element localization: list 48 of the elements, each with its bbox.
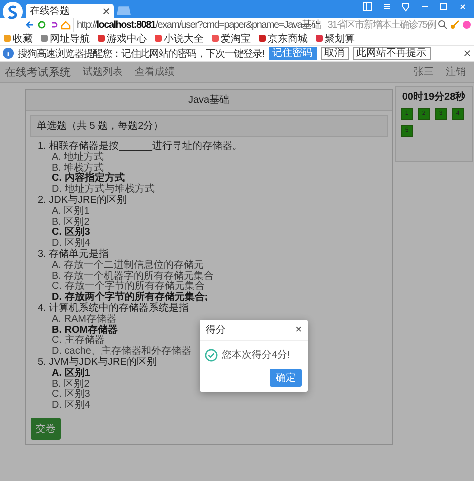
bookmark-link[interactable]: 小说大全 — [164, 32, 204, 46]
answer-option[interactable]: B. 区别2 — [52, 380, 90, 390]
answer-option[interactable]: A. 存放一个二进制信息位的存储元 — [52, 260, 204, 272]
answer-option[interactable]: B. 区别2 — [52, 218, 90, 228]
nav-link[interactable]: 试题列表 — [83, 65, 123, 79]
infobar-button[interactable]: 记住密码 — [268, 47, 317, 60]
answer-option[interactable]: C. 区别3 — [52, 228, 90, 240]
bookmark-link[interactable]: 爱淘宝 — [221, 32, 251, 46]
infobar-message: 搜狗高速浏览器提醒您：记住此网站的密码，下次一键登录! — [18, 48, 265, 60]
countdown-timer: 00时19分28秒 — [401, 90, 467, 104]
answer-option[interactable]: D. 存放两个字节的所有存储元集合; — [52, 293, 208, 304]
dialog-title: 得分 — [206, 324, 226, 337]
answer-option[interactable]: A. RAM存储器 — [52, 314, 116, 326]
answer-option[interactable]: D. 地址方式与堆栈方式 — [52, 185, 155, 196]
submit-button[interactable]: 交卷 — [31, 418, 61, 440]
bookmark-link[interactable]: 网址导航 — [50, 32, 90, 46]
search-field[interactable]: 31省区市新增本土确诊75例 — [328, 18, 436, 32]
question-text: 1. 相联存储器是按______进行寻址的存储器。 — [38, 142, 242, 152]
score-message: 您本次得分4分! — [222, 348, 290, 362]
infobar-button[interactable]: 取消 — [320, 47, 349, 60]
question-text: 3. 存储单元是指 — [38, 250, 110, 260]
user-name[interactable]: 张三 — [414, 65, 434, 79]
bookmark-link[interactable]: 收藏 — [13, 32, 33, 46]
answer-option[interactable]: B. ROM存储器 — [52, 326, 118, 336]
answer-option[interactable]: D. 区别4 — [52, 239, 90, 250]
answer-option[interactable]: C. 主存储器 — [52, 336, 105, 348]
question-text: 4. 计算机系统中的存储器系统是指 — [38, 304, 190, 314]
question-text: 5. JVM与JDK与JRE的区别 — [38, 358, 157, 368]
logout-link[interactable]: 注销 — [446, 65, 466, 79]
bookmark-link[interactable]: 京东商城 — [268, 32, 308, 46]
answer-option[interactable]: C. 区别3 — [52, 390, 90, 402]
answer-option[interactable]: D. 区别4 — [52, 401, 90, 412]
answer-option[interactable]: A. 区别1 — [52, 206, 90, 218]
answer-option[interactable]: A. 地址方式 — [52, 152, 104, 164]
section-heading: 单选题（共 5 题，每题2分） — [30, 115, 388, 137]
infobar-button[interactable]: 此网站不再提示 — [352, 47, 431, 60]
paper-title: Java基础 — [26, 90, 392, 111]
ok-button[interactable]: 确定 — [270, 369, 302, 387]
bookmark-link[interactable]: 聚划算 — [325, 32, 355, 46]
bookmark-link[interactable]: 游戏中心 — [107, 32, 147, 46]
answer-option[interactable]: D. cache、主存储器和外存储器 — [52, 347, 192, 358]
address-bar[interactable]: http://localhost:8081/exam/user?cmd=paper&pname=Java基础 — [73, 18, 326, 32]
brand-title[interactable]: 在线考试系统 — [5, 64, 71, 80]
close-button[interactable]: × — [296, 324, 302, 336]
answer-option[interactable]: A. 区别1 — [52, 368, 90, 380]
browser-tab[interactable]: 在线答题 — [26, 4, 114, 18]
nav-link[interactable]: 查看成绩 — [135, 65, 175, 79]
question-text: 2. JDK与JRE的区别 — [38, 196, 127, 206]
